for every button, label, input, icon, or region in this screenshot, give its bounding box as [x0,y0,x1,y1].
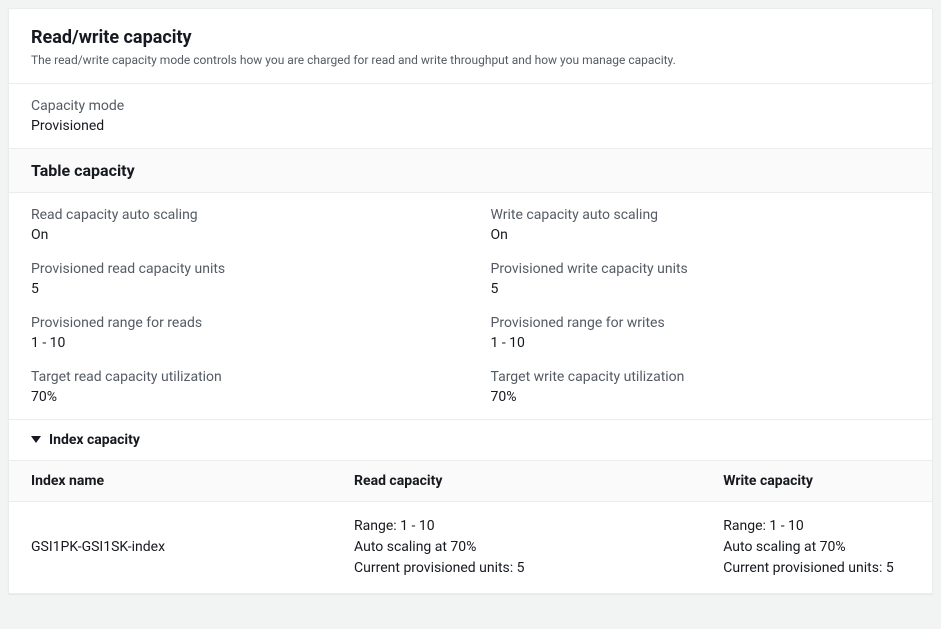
read-provisioned-value: 5 [31,281,451,297]
write-provisioned-value: 5 [491,281,911,297]
write-autoscaling-value: On [491,227,911,243]
write-target-label: Target write capacity utilization [491,369,911,385]
write-capacity-column: Write capacity auto scaling On Provision… [491,207,911,405]
read-current: Current provisioned units: 5 [354,558,679,579]
capacity-mode-value: Provisioned [31,118,910,134]
read-range-value: 1 - 10 [31,335,451,351]
write-target-value: 70% [491,389,911,405]
caret-down-icon [31,432,41,448]
write-range-value: 1 - 10 [491,335,911,351]
index-name-cell: GSI1PK-GSI1SK-index [9,501,332,593]
panel-description: The read/write capacity mode controls ho… [31,52,910,69]
table-capacity-section: Read capacity auto scaling On Provisione… [9,193,932,419]
read-range: Range: 1 - 10 [354,516,679,537]
col-write-capacity: Write capacity [701,460,932,501]
read-provisioned-label: Provisioned read capacity units [31,261,451,277]
read-capacity-column: Read capacity auto scaling On Provisione… [31,207,451,405]
write-autoscaling: Auto scaling at 70% [723,537,910,558]
col-index-name: Index name [9,460,332,501]
read-autoscaling-label: Read capacity auto scaling [31,207,451,223]
write-provisioned-label: Provisioned write capacity units [491,261,911,277]
read-target-label: Target read capacity utilization [31,369,451,385]
read-range-label: Provisioned range for reads [31,315,451,331]
read-write-capacity-panel: Read/write capacity The read/write capac… [8,8,933,594]
capacity-mode-label: Capacity mode [31,98,910,114]
index-capacity-table: Index name Read capacity Write capacity … [9,460,932,593]
write-current: Current provisioned units: 5 [723,558,910,579]
write-autoscaling-label: Write capacity auto scaling [491,207,911,223]
panel-title: Read/write capacity [31,27,910,48]
write-capacity-cell: Range: 1 - 10 Auto scaling at 70% Curren… [701,501,932,593]
write-range: Range: 1 - 10 [723,516,910,537]
write-range-label: Provisioned range for writes [491,315,911,331]
panel-header: Read/write capacity The read/write capac… [9,9,932,84]
table-capacity-header: Table capacity [9,149,932,193]
read-autoscaling: Auto scaling at 70% [354,537,679,558]
read-target-value: 70% [31,389,451,405]
col-read-capacity: Read capacity [332,460,701,501]
capacity-mode-section: Capacity mode Provisioned [9,84,932,149]
read-autoscaling-value: On [31,227,451,243]
index-capacity-toggle[interactable]: Index capacity [9,419,932,460]
index-capacity-title: Index capacity [49,432,140,448]
table-row: GSI1PK-GSI1SK-index Range: 1 - 10 Auto s… [9,501,932,593]
read-capacity-cell: Range: 1 - 10 Auto scaling at 70% Curren… [332,501,701,593]
